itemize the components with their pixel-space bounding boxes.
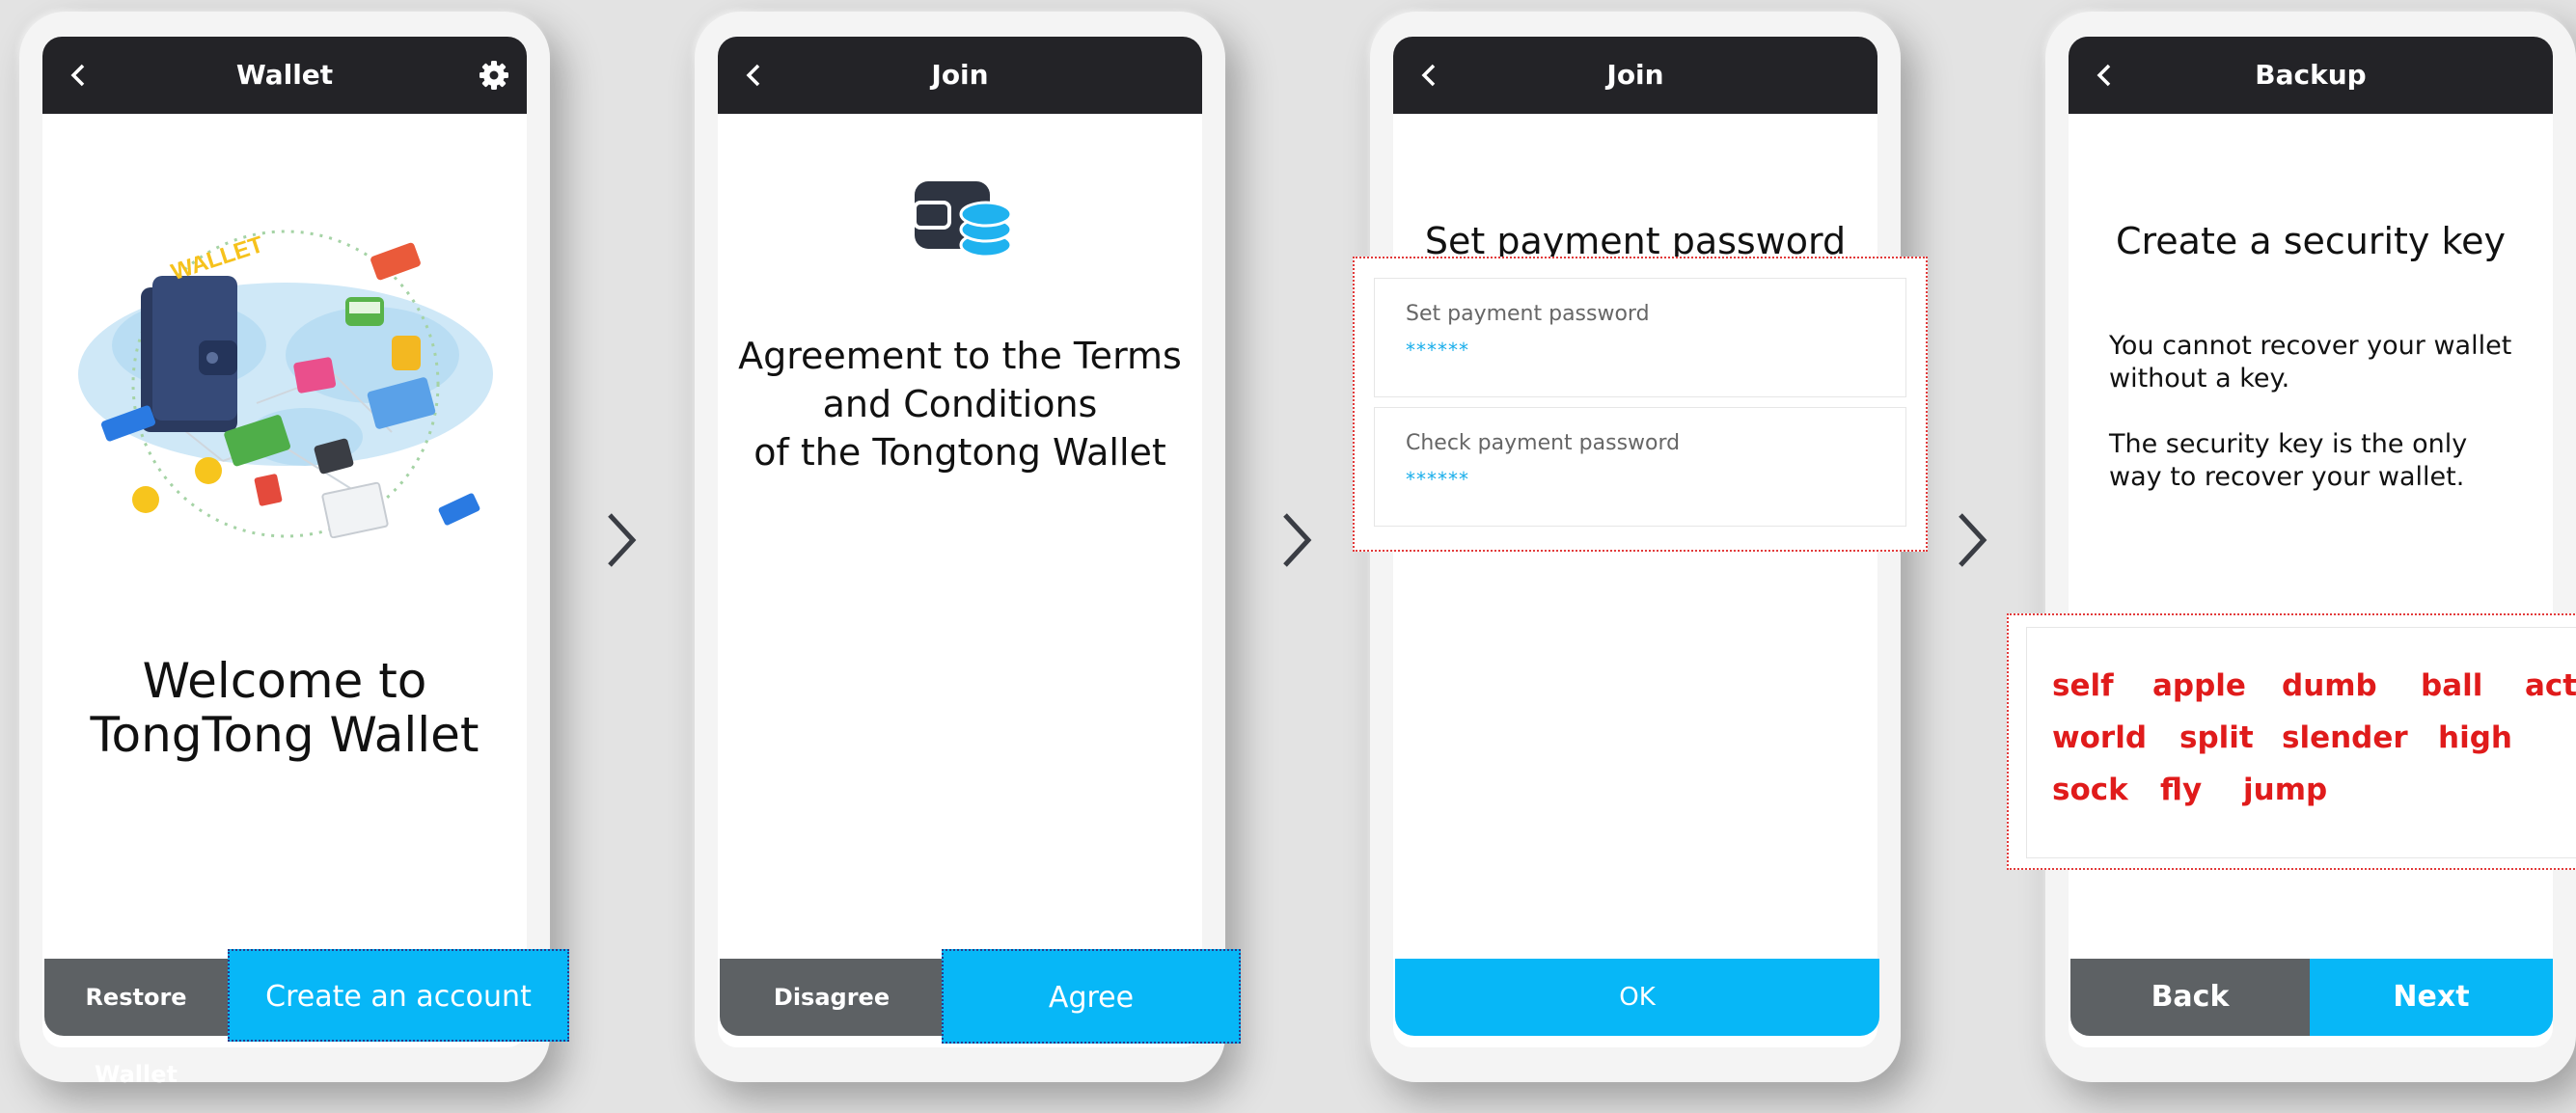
- security-key-words: self apple dumb ball act world split sle…: [2026, 627, 2576, 858]
- key-word: fly: [2160, 773, 2203, 807]
- disagree-button[interactable]: Disagree: [720, 959, 944, 1036]
- set-password-field[interactable]: Set payment password ******: [1374, 278, 1906, 397]
- key-word: slender: [2282, 720, 2408, 755]
- top-bar: Backup: [2069, 37, 2553, 114]
- welcome-line: Welcome to: [142, 653, 427, 709]
- phone-join-agreement: Join Agreement to the Terms and Conditio…: [695, 12, 1225, 1082]
- agreement-line: Agreement to the Terms: [738, 335, 1182, 377]
- chevron-right-icon: [1959, 513, 1987, 567]
- top-bar: Join: [1393, 37, 1877, 114]
- field-label: Check payment password: [1406, 431, 1681, 455]
- next-button[interactable]: Next: [2310, 959, 2553, 1036]
- gear-icon[interactable]: [475, 56, 513, 95]
- agreement-heading: Agreement to the Terms and Conditions of…: [718, 332, 1202, 476]
- top-bar: Join: [718, 37, 1202, 114]
- backup-heading: Create a security key: [2115, 220, 2507, 262]
- key-word: jump: [2243, 773, 2328, 807]
- key-word: act: [2525, 668, 2576, 703]
- ok-button[interactable]: OK: [1395, 959, 1879, 1036]
- key-word: self: [2052, 668, 2114, 703]
- backup-paragraph: You cannot recover your wallet without a…: [2109, 331, 2512, 394]
- agreement-line: of the Tongtong Wallet: [754, 431, 1166, 474]
- key-word: ball: [2421, 668, 2483, 703]
- security-key-highlight: self apple dumb ball act world split sle…: [2007, 613, 2576, 870]
- check-password-field[interactable]: Check payment password ******: [1374, 407, 1906, 527]
- key-word: high: [2438, 720, 2512, 755]
- agree-button[interactable]: Agree: [942, 949, 1241, 1044]
- wallet-world-illustration: WALLET: [78, 230, 493, 538]
- screen-wallet: Wallet WALLET Welcome to TongTong Wallet: [42, 37, 527, 1047]
- welcome-heading: Welcome to TongTong Wallet: [42, 654, 527, 762]
- field-value: ******: [1406, 339, 1469, 362]
- backup-paragraph: The security key is the only way to reco…: [2109, 429, 2468, 492]
- key-word: apple: [2152, 668, 2246, 703]
- screen-backup: Backup Create a security key You cannot …: [2069, 37, 2553, 1047]
- agreement-line: and Conditions: [822, 383, 1098, 425]
- create-account-button[interactable]: Create an account: [228, 949, 569, 1042]
- wallet-database-icon: [913, 181, 1013, 258]
- page-title: Join: [931, 59, 989, 91]
- phone-backup: Backup Create a security key You cannot …: [2045, 12, 2576, 1082]
- key-word: sock: [2052, 773, 2128, 807]
- top-bar: Wallet: [42, 37, 527, 114]
- screen-join-agreement: Join Agreement to the Terms and Conditio…: [718, 37, 1202, 1047]
- phone-wallet: Wallet WALLET Welcome to TongTong Wallet: [19, 12, 550, 1082]
- back-button[interactable]: Back: [2070, 959, 2310, 1036]
- key-word: split: [2179, 720, 2254, 755]
- chevron-right-icon: [608, 513, 637, 567]
- key-word: dumb: [2282, 668, 2377, 703]
- welcome-line: TongTong Wallet: [90, 707, 480, 763]
- restore-wallet-button[interactable]: Restore Wallet: [44, 959, 228, 1088]
- password-fields-highlight: Set payment password ****** Check paymen…: [1353, 257, 1928, 552]
- field-value: ******: [1406, 468, 1469, 491]
- page-title: Backup: [2255, 59, 2367, 91]
- chevron-right-icon: [1283, 513, 1312, 567]
- key-word: world: [2052, 720, 2148, 755]
- page-title: Join: [1606, 59, 1664, 91]
- field-label: Set payment password: [1406, 302, 1650, 326]
- page-title: Wallet: [235, 59, 334, 91]
